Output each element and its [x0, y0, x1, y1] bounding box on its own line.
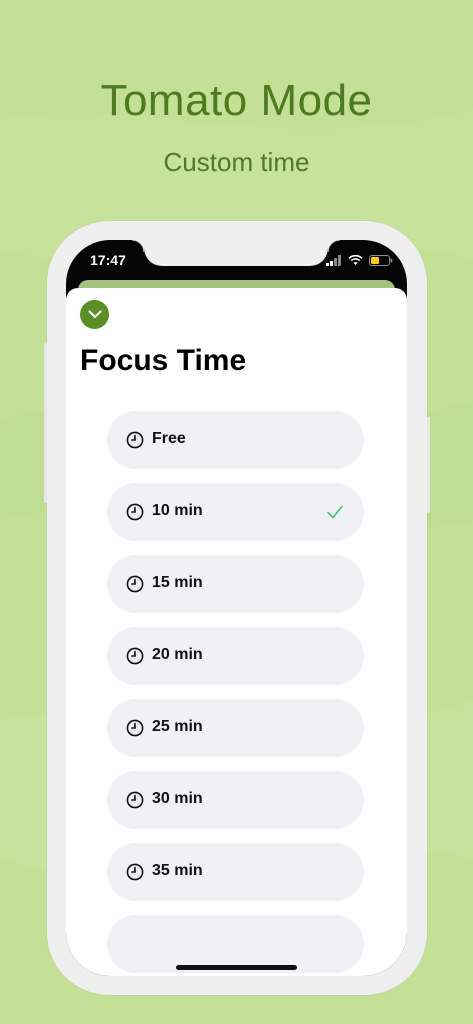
option-10-min[interactable]: 10 min	[107, 483, 364, 541]
clock-icon	[126, 719, 144, 737]
battery-icon	[369, 254, 393, 266]
clock-icon	[126, 647, 144, 665]
wifi-icon	[348, 254, 363, 265]
option-label: 30 min	[152, 790, 203, 807]
time-options-list: Free 10 min 15 min 20 min 25 min 30 min …	[107, 411, 364, 976]
option-20-min[interactable]: 20 min	[107, 627, 364, 685]
focus-time-sheet: Focus Time Free 10 min 15 min 20 min 25 …	[66, 288, 407, 976]
checkmark-icon	[327, 505, 343, 519]
option-label: 20 min	[152, 646, 203, 663]
promo-subtitle: Custom time	[163, 147, 310, 177]
promo-title: Tomato Mode	[100, 76, 373, 125]
phone-frame: 17:47 Focus Time Free 10 min 15 min 20 m…	[44, 221, 430, 995]
clock-icon	[126, 503, 144, 521]
option-free[interactable]: Free	[107, 411, 364, 469]
option-label: 10 min	[152, 502, 203, 519]
option-35-min[interactable]: 35 min	[107, 843, 364, 901]
signal-icon	[326, 254, 341, 266]
status-time: 17:47	[90, 252, 126, 268]
sheet-title: Focus Time	[80, 344, 247, 377]
notch	[132, 240, 340, 266]
phone-screen: 17:47 Focus Time Free 10 min 15 min 20 m…	[66, 240, 407, 976]
option-label: 35 min	[152, 862, 203, 879]
clock-icon	[126, 791, 144, 809]
status-icons	[326, 254, 393, 266]
option-30-min[interactable]: 30 min	[107, 771, 364, 829]
phone-side-button-right	[427, 417, 430, 513]
option-25-min[interactable]: 25 min	[107, 699, 364, 757]
home-indicator[interactable]	[176, 965, 297, 970]
collapse-button[interactable]	[80, 300, 109, 329]
clock-icon	[126, 431, 144, 449]
clock-icon	[126, 575, 144, 593]
option-label: Free	[152, 430, 186, 447]
option-label: 15 min	[152, 574, 203, 591]
option-15-min[interactable]: 15 min	[107, 555, 364, 613]
option-label: 25 min	[152, 718, 203, 735]
chevron-down-icon	[88, 310, 101, 318]
phone-side-button-left	[44, 343, 47, 503]
clock-icon	[126, 863, 144, 881]
